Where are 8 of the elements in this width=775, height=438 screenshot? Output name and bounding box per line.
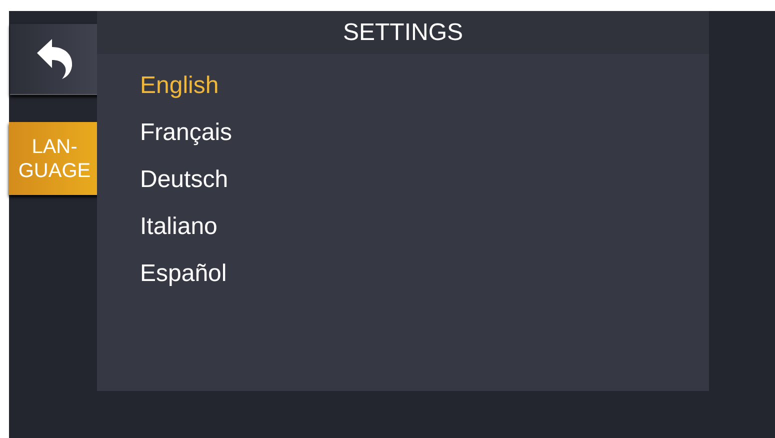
back-icon (35, 38, 75, 80)
language-option[interactable]: Français (140, 109, 232, 156)
language-option[interactable]: Español (140, 250, 227, 297)
back-button[interactable] (10, 24, 100, 95)
language-option[interactable]: Deutsch (140, 156, 228, 203)
language-option[interactable]: Italiano (140, 203, 218, 250)
screen-title: SETTINGS (342, 18, 463, 48)
language-option[interactable]: English (140, 62, 219, 109)
